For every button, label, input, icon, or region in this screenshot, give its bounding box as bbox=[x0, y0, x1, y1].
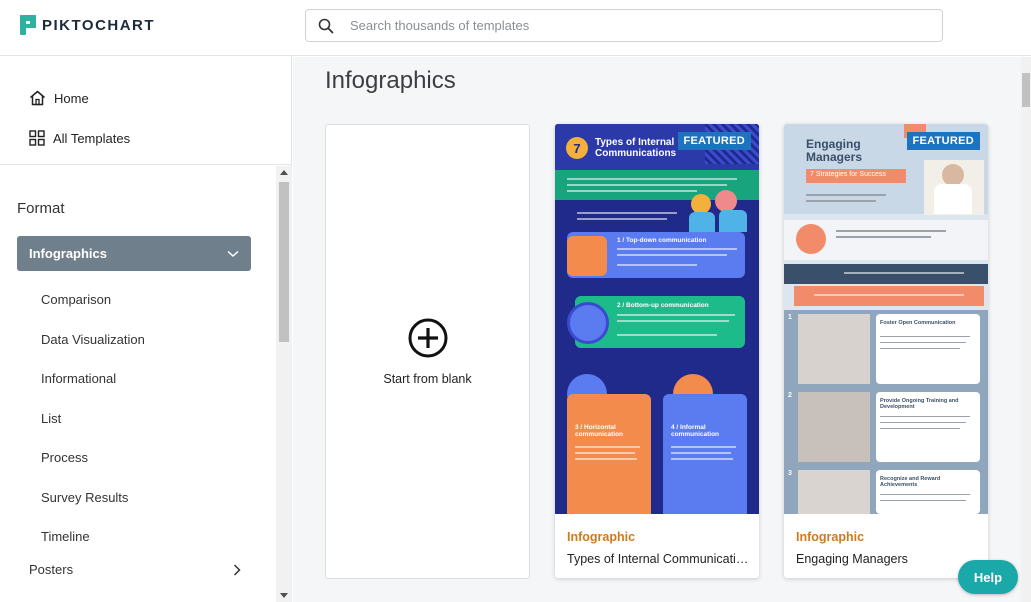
piktochart-logo[interactable]: PIKTOCHART bbox=[20, 15, 155, 35]
category-infographics[interactable]: Infographics bbox=[17, 236, 251, 271]
start-from-blank-card[interactable]: Start from blank bbox=[325, 124, 530, 579]
category-label: Infographics bbox=[29, 246, 108, 261]
subcategory-process[interactable]: Process bbox=[41, 451, 145, 491]
logo-mark-icon bbox=[20, 15, 36, 35]
template-category: Infographic bbox=[567, 530, 636, 544]
search-input[interactable] bbox=[346, 18, 942, 33]
top-bar: PIKTOCHART bbox=[0, 0, 1031, 56]
scrollbar-thumb[interactable] bbox=[1022, 73, 1030, 107]
thumb-strategy-1: Foster Open Communication bbox=[880, 320, 956, 326]
category-label: Posters bbox=[29, 562, 74, 577]
thumb-step-2: 2 bbox=[788, 392, 792, 399]
thumb-section-2: 2 / Bottom-up communication bbox=[617, 302, 709, 309]
thumb-heading: Types of Internal Communications bbox=[595, 137, 677, 159]
template-card-internal-communications[interactable]: 7 Types of Internal Communications 1 / T… bbox=[555, 124, 759, 578]
chevron-down-icon bbox=[227, 250, 239, 257]
search-icon bbox=[306, 10, 346, 41]
home-icon bbox=[30, 90, 45, 106]
subcategory-comparison[interactable]: Comparison bbox=[41, 293, 145, 333]
grid-icon bbox=[29, 130, 45, 146]
sidebar-item-label: Home bbox=[54, 90, 89, 106]
chevron-right-icon bbox=[233, 563, 241, 576]
format-heading: Format bbox=[17, 200, 65, 217]
sidebar-item-all-templates[interactable]: All Templates bbox=[0, 118, 291, 158]
thumb-heading: Engaging Managers bbox=[806, 137, 863, 164]
featured-badge: FEATURED bbox=[906, 132, 980, 150]
thumb-subheading: 7 Strategies for Success bbox=[806, 169, 906, 183]
help-button[interactable]: Help bbox=[958, 560, 1018, 594]
start-from-blank-label: Start from blank bbox=[383, 371, 472, 386]
template-card-engaging-managers[interactable]: Engaging Managers 7 Strategies for Succe… bbox=[784, 124, 988, 578]
search-bar[interactable] bbox=[305, 9, 943, 42]
subcategory-list: Comparison Data Visualization Informatio… bbox=[41, 293, 145, 570]
thumb-section-1: 1 / Top-down communication bbox=[617, 237, 707, 244]
scrollbar-thumb[interactable] bbox=[279, 182, 289, 342]
subcategory-informational[interactable]: Informational bbox=[41, 372, 145, 412]
scroll-up-icon[interactable] bbox=[280, 170, 288, 175]
sidebar-item-home[interactable]: Home bbox=[0, 78, 291, 118]
thumb-section-3: 3 / Horizontal communication bbox=[575, 424, 624, 438]
thumb-step-1: 1 bbox=[788, 314, 792, 321]
thumb-strategy-2: Provide Ongoing Training and Development bbox=[880, 398, 959, 410]
format-section: Format Infographics Comparison Data Visu… bbox=[0, 166, 276, 602]
thumb-strategy-3: Recognize and Reward Achievements bbox=[880, 476, 941, 488]
thumb-section-4: 4 / Informal communication bbox=[671, 424, 720, 438]
logo-text: PIKTOCHART bbox=[42, 16, 156, 34]
subcategory-data-visualization[interactable]: Data Visualization bbox=[41, 333, 145, 373]
sidebar-item-label: All Templates bbox=[53, 130, 131, 146]
main-content: Infographics Start from blank 7 Types of… bbox=[293, 57, 1031, 602]
subcategory-list[interactable]: List bbox=[41, 412, 145, 452]
thumb-number-badge: 7 bbox=[566, 137, 588, 159]
template-category: Infographic bbox=[796, 530, 865, 544]
template-thumbnail: Engaging Managers 7 Strategies for Succe… bbox=[784, 124, 988, 514]
featured-badge: FEATURED bbox=[677, 132, 751, 150]
main-scrollbar[interactable] bbox=[1021, 57, 1031, 602]
template-thumbnail: 7 Types of Internal Communications 1 / T… bbox=[555, 124, 759, 514]
template-name: Types of Internal Communications bbox=[567, 552, 752, 566]
sidebar: Home All Templates Format Infographics C… bbox=[0, 56, 292, 602]
template-name: Engaging Managers bbox=[796, 552, 908, 566]
plus-circle-icon bbox=[408, 318, 447, 357]
subcategory-survey-results[interactable]: Survey Results bbox=[41, 491, 145, 531]
page-title: Infographics bbox=[325, 67, 456, 94]
sidebar-nav: Home All Templates bbox=[0, 56, 291, 165]
category-posters[interactable]: Posters bbox=[29, 562, 241, 577]
thumb-step-3: 3 bbox=[788, 470, 792, 477]
sidebar-scrollbar[interactable] bbox=[276, 166, 292, 602]
scroll-down-icon[interactable] bbox=[280, 593, 288, 598]
